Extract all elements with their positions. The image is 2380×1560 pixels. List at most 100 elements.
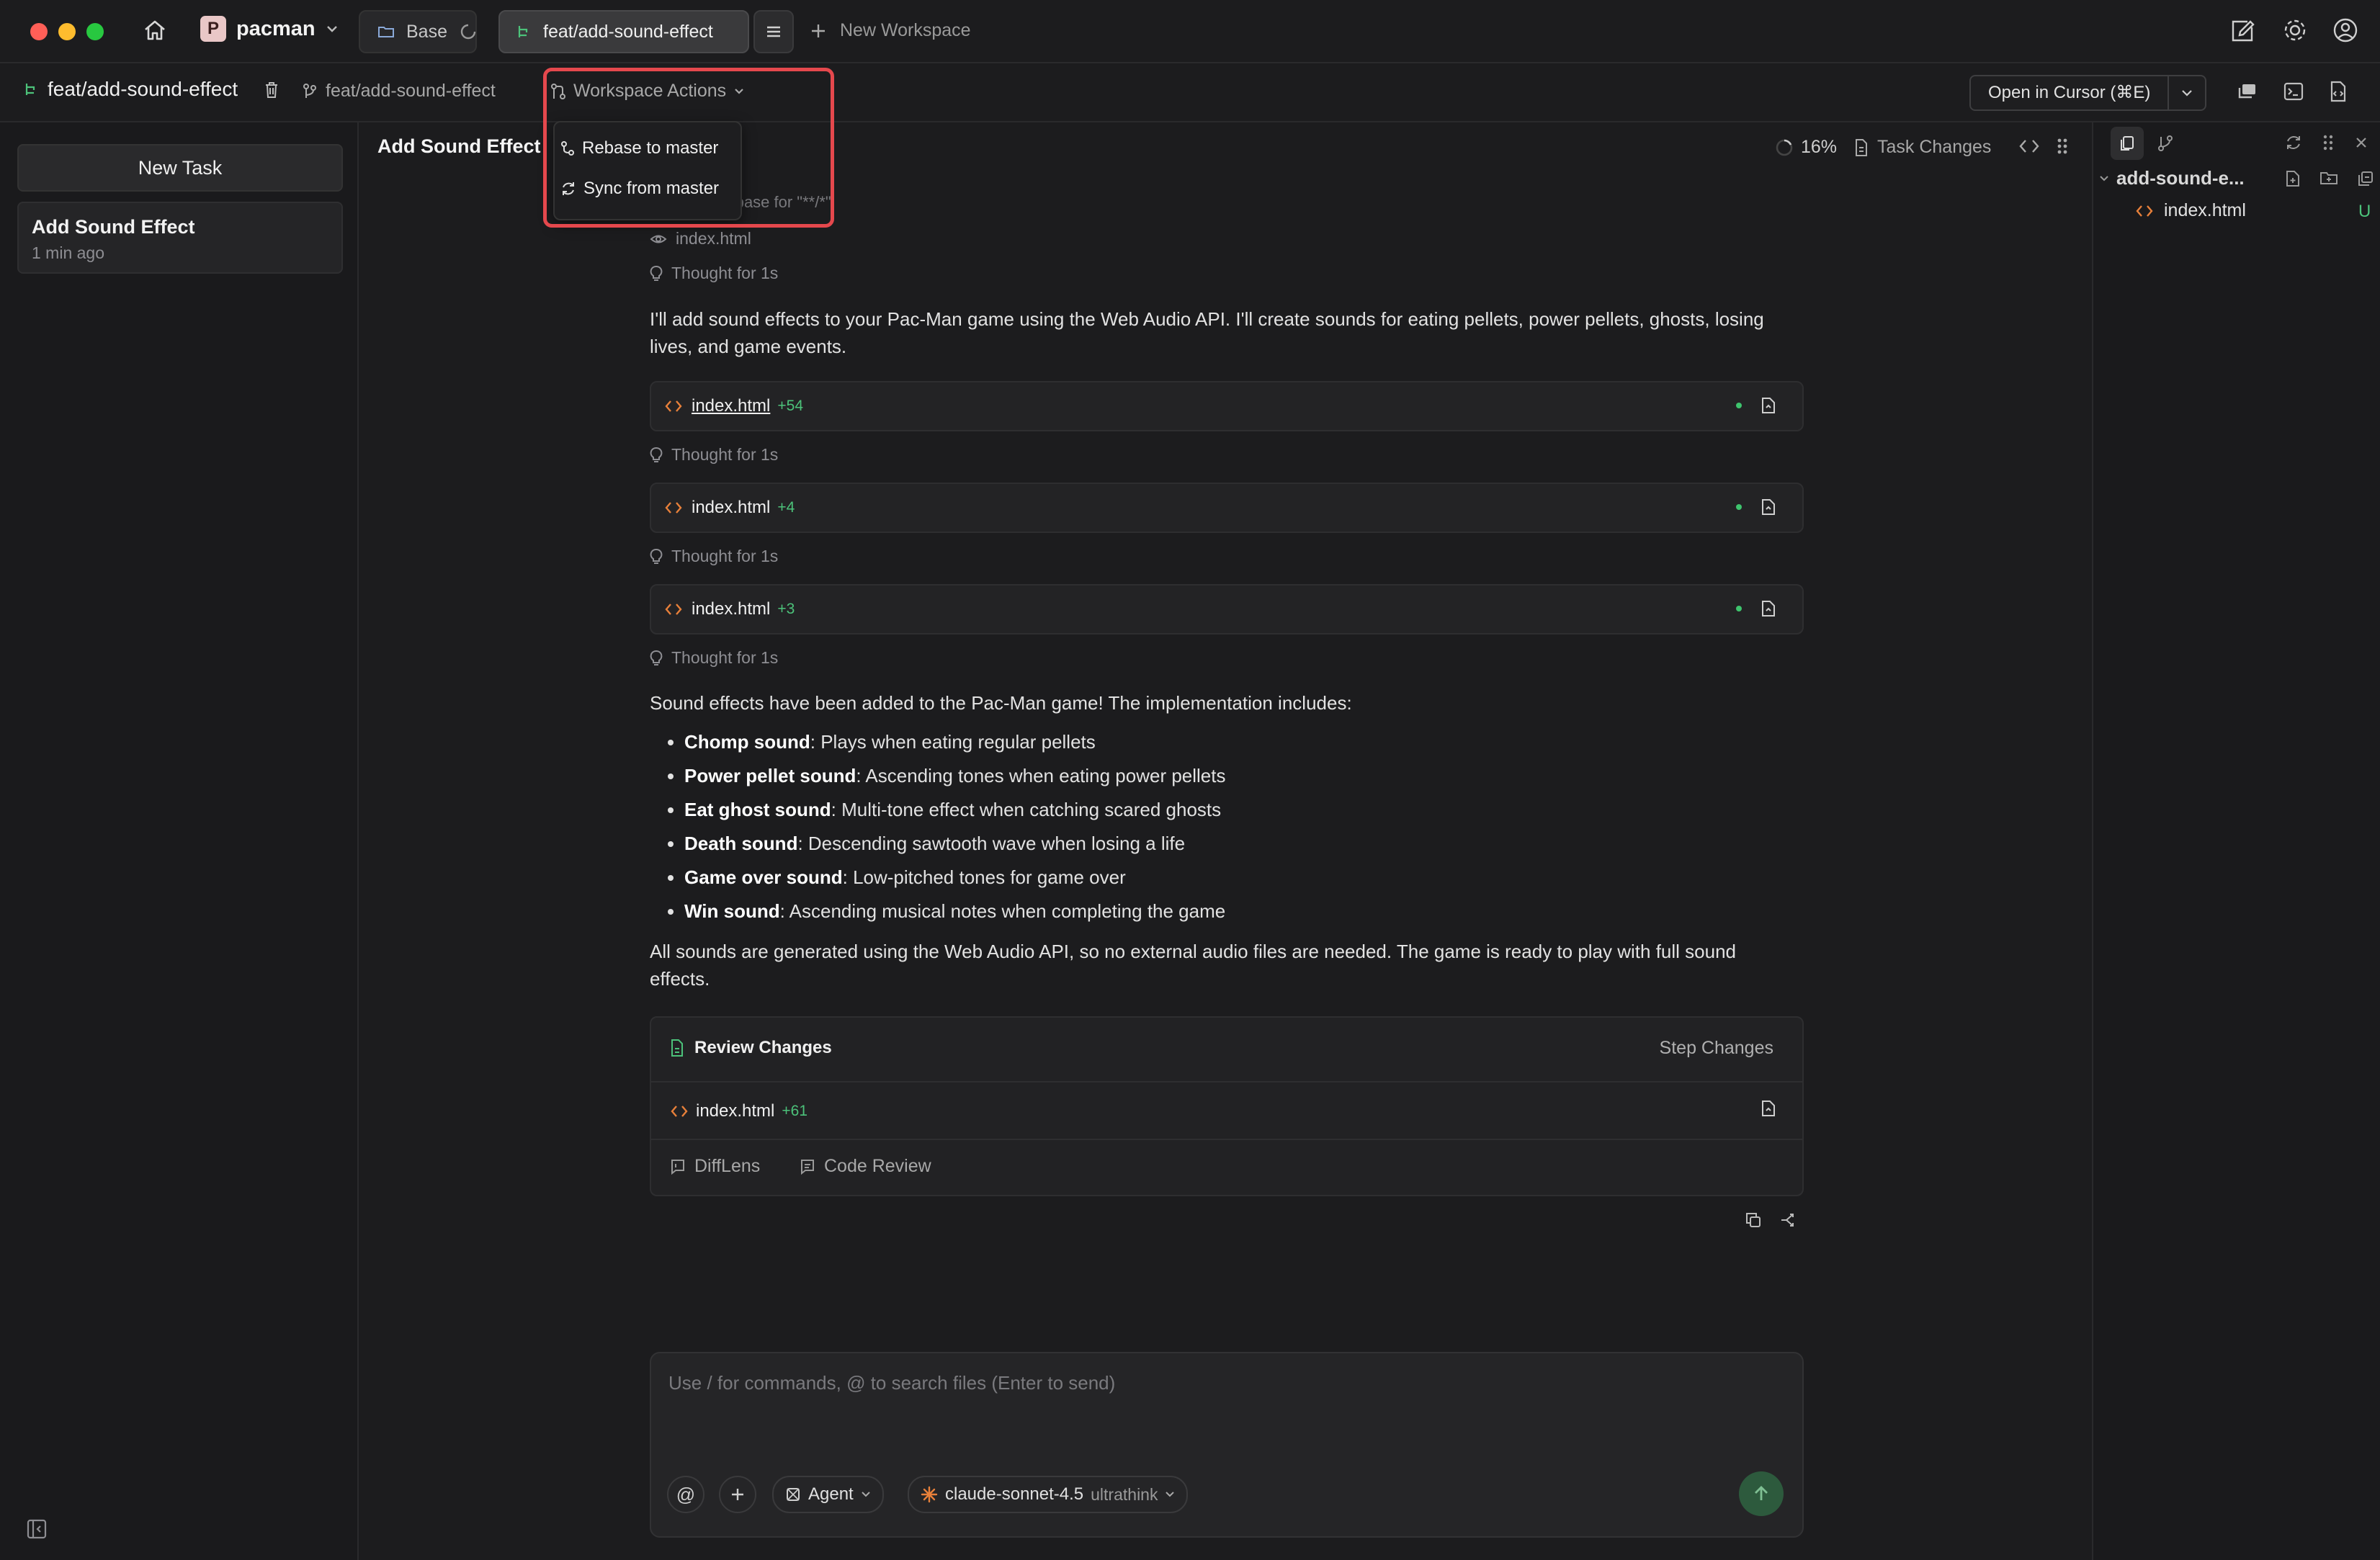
status-dot (1736, 606, 1742, 611)
agent-mode-selector[interactable]: Agent (772, 1476, 884, 1513)
review-changes-title: Review Changes (694, 1038, 832, 1057)
tab-base[interactable]: Base (359, 10, 477, 53)
divider (651, 1081, 1802, 1082)
thought-indicator[interactable]: Thought for 1s (650, 547, 778, 566)
agent-icon (785, 1487, 801, 1502)
step-changes-button[interactable]: Step Changes (1660, 1038, 1773, 1059)
file-name-link[interactable]: index.html (692, 396, 770, 416)
new-file-icon[interactable] (2285, 170, 2301, 187)
code-review-button[interactable]: Code Review (800, 1156, 931, 1177)
new-workspace-button[interactable]: New Workspace (810, 20, 971, 41)
drag-handle-icon[interactable] (2322, 134, 2334, 151)
open-file-icon[interactable] (1761, 1100, 1776, 1117)
base-branch[interactable]: feat/add-sound-effect (303, 81, 496, 102)
comment-icon (800, 1158, 815, 1175)
flag-comment-icon (670, 1158, 686, 1175)
closing-text: All sounds are generated using the Web A… (650, 941, 1736, 990)
project-name: pacman (236, 17, 316, 40)
review-file-row[interactable]: index.html +61 (670, 1101, 808, 1121)
list-item: Chomp sound: Plays when eating regular p… (684, 725, 1226, 759)
open-file-icon[interactable] (1761, 498, 1776, 516)
refresh-icon[interactable] (2285, 134, 2302, 151)
menu-item-sync-from-master[interactable]: Sync from master (560, 174, 719, 203)
copy-icon[interactable] (1745, 1211, 1762, 1229)
list-item-desc: : Multi-tone effect when catching scared… (831, 799, 1222, 820)
list-item-desc: : Low-pitched tones for game over (842, 866, 1126, 888)
collapse-sidebar-icon[interactable] (26, 1518, 48, 1540)
list-item-term: Chomp sound (684, 731, 810, 753)
tabs-menu-button[interactable] (753, 10, 794, 53)
folder-row[interactable]: add-sound-e... (2099, 167, 2245, 189)
open-file-icon[interactable] (1761, 397, 1776, 414)
mention-button[interactable]: @ (667, 1476, 704, 1513)
open-in-dropdown-chevron-icon[interactable] (2169, 89, 2205, 97)
task-changes-button[interactable]: Task Changes (1854, 137, 1991, 158)
task-timestamp: 1 min ago (32, 243, 105, 262)
settings-gear-icon[interactable] (2282, 17, 2308, 43)
composer-input[interactable]: Use / for commands, @ to search files (E… (668, 1372, 1115, 1394)
files-tab[interactable] (2111, 127, 2144, 160)
file-code-icon[interactable] (2330, 81, 2347, 102)
thought-indicator[interactable]: Thought for 1s (650, 445, 778, 465)
layers-icon[interactable] (2237, 82, 2258, 101)
file-edit-card[interactable]: index.html +4 (650, 483, 1804, 533)
home-icon[interactable] (143, 19, 167, 42)
file-edit-card[interactable]: index.html +54 (650, 381, 1804, 431)
close-icon[interactable] (2354, 135, 2368, 150)
minimize-window-button[interactable] (58, 23, 76, 40)
git-merge-icon (550, 83, 566, 100)
plus-icon (730, 1487, 745, 1502)
file-edit-card[interactable]: index.html +3 (650, 584, 1804, 635)
account-icon[interactable] (2332, 17, 2358, 43)
file-name-link[interactable]: index.html (692, 599, 770, 619)
list-item-desc: : Plays when eating regular pellets (810, 731, 1096, 753)
workspace-actions-button[interactable]: Workspace Actions (550, 81, 745, 102)
claude-sunburst-icon (921, 1486, 938, 1503)
lightbulb-icon (650, 548, 663, 565)
list-item-term: Death sound (684, 833, 798, 854)
list-item: Eat ghost sound: Multi-tone effect when … (684, 793, 1226, 827)
summary-intro-text: Sound effects have been added to the Pac… (650, 692, 1352, 714)
thought-indicator[interactable]: Thought for 1s (650, 264, 778, 283)
difflens-button[interactable]: DiffLens (670, 1156, 760, 1177)
list-item: Power pellet sound: Ascending tones when… (684, 759, 1226, 793)
thought-indicator[interactable]: Thought for 1s (650, 648, 778, 668)
terminal-icon[interactable] (2283, 82, 2304, 101)
code-view-icon[interactable] (2018, 138, 2040, 154)
hamburger-icon (765, 24, 782, 39)
send-button[interactable] (1739, 1471, 1784, 1516)
project-selector[interactable]: P pacman (200, 16, 339, 42)
divider (651, 1139, 1802, 1140)
new-task-button[interactable]: New Task (17, 144, 343, 192)
compose-icon[interactable] (2230, 19, 2256, 43)
collapse-all-icon[interactable] (2357, 170, 2374, 187)
folder-icon (377, 24, 395, 39)
document-check-icon (670, 1039, 684, 1057)
zoom-window-button[interactable] (86, 23, 104, 40)
attach-button[interactable] (719, 1476, 756, 1513)
agent-mode-label: Agent (808, 1484, 854, 1504)
git-branch-icon[interactable] (2157, 134, 2174, 153)
task-changes-label: Task Changes (1877, 137, 1992, 157)
tab-feat-add-sound-effect[interactable]: feat/add-sound-effect (498, 10, 749, 53)
review-file-name: index.html (696, 1101, 775, 1121)
lines-added: +54 (777, 398, 804, 414)
trash-icon[interactable] (264, 81, 279, 99)
current-branch: feat/add-sound-effect (23, 78, 238, 101)
task-item[interactable]: Add Sound Effect 1 min ago (17, 202, 343, 274)
new-folder-icon[interactable] (2319, 170, 2338, 186)
fork-icon[interactable] (1779, 1211, 1798, 1229)
difflens-label: DiffLens (694, 1156, 761, 1176)
file-tree-item[interactable]: index.html (2135, 200, 2246, 221)
close-window-button[interactable] (30, 23, 48, 40)
drag-handle-icon[interactable] (2056, 137, 2069, 156)
thought-label: Thought for 1s (671, 445, 779, 464)
menu-item-rebase-to-master[interactable]: Rebase to master (560, 134, 718, 163)
open-file-icon[interactable] (1761, 600, 1776, 617)
title-bar: P pacman Base feat/add-sound-effect New … (0, 0, 2380, 63)
file-name-link[interactable]: index.html (692, 498, 770, 518)
model-selector[interactable]: claude-sonnet-4.5 ultrathink (908, 1476, 1189, 1513)
thought-label: Thought for 1s (671, 264, 779, 282)
status-dot (1736, 504, 1742, 510)
open-in-cursor-button[interactable]: Open in Cursor (⌘E) (1971, 76, 2170, 109)
